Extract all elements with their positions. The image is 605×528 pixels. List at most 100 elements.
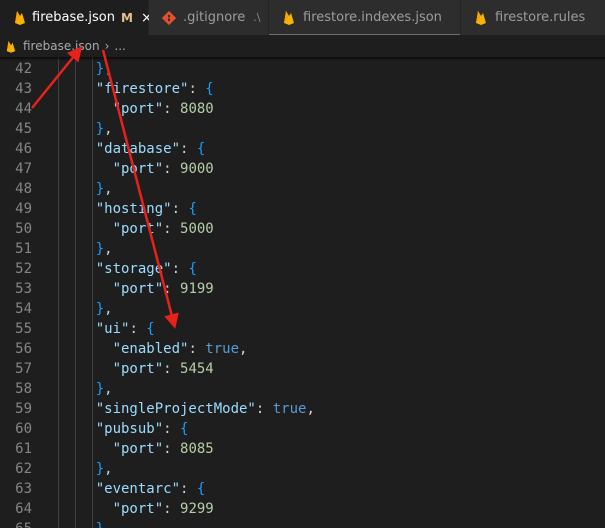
tab-gitignore[interactable]: .gitignore .\: [149, 0, 269, 35]
code-token: 8080: [180, 101, 214, 117]
line-number: 51: [15, 241, 32, 257]
code-line[interactable]: 44 "port": 8080: [0, 99, 605, 119]
code-line[interactable]: 57 "port": 5454: [0, 359, 605, 379]
code-line[interactable]: 48},: [0, 179, 605, 199]
code-token: :: [163, 161, 181, 177]
code-token: :: [163, 281, 181, 297]
code-token: }: [95, 301, 105, 317]
code-token: :: [171, 261, 189, 277]
breadcrumb: firebase.json › ...: [0, 35, 605, 57]
code-token: "hosting": [95, 201, 172, 217]
code-token: {: [180, 421, 189, 437]
code-text: },: [96, 379, 113, 399]
breadcrumb-file[interactable]: firebase.json: [23, 39, 100, 53]
code-token: ,: [104, 461, 113, 477]
code-line[interactable]: 55 "ui": {: [0, 319, 605, 339]
code-token: "ui": [95, 321, 130, 337]
code-line[interactable]: 54},: [0, 299, 605, 319]
code-token: ,: [104, 121, 113, 137]
code-line[interactable]: 63 "eventarc": {: [0, 479, 605, 499]
code-token: :: [163, 101, 181, 117]
code-token: "port": [112, 161, 164, 177]
code-line[interactable]: 53 "port": 9199: [0, 279, 605, 299]
code-text: "port": 9199: [113, 279, 214, 299]
tab-firestore-rules[interactable]: firestore.rules: [461, 0, 605, 35]
line-number: 63: [15, 481, 32, 497]
code-token: {: [205, 81, 214, 97]
line-number: 52: [15, 261, 32, 277]
code-line[interactable]: 43 "firestore": {: [0, 79, 605, 99]
line-number: 47: [15, 161, 32, 177]
code-token: ,: [104, 181, 113, 197]
code-token: 5454: [180, 361, 214, 377]
code-token: {: [188, 201, 197, 217]
code-token: 9299: [180, 501, 214, 517]
firebase-icon: [473, 10, 489, 26]
code-token: "port": [112, 101, 164, 117]
code-line[interactable]: 59 "singleProjectMode": true,: [0, 399, 605, 419]
code-text: "eventarc": {: [96, 479, 206, 499]
editor-tab-bar: firebase.json M × .gitignore .\ firestor…: [0, 0, 605, 35]
code-token: "storage": [95, 261, 172, 277]
code-token: "firestore": [95, 81, 189, 97]
code-token: }: [95, 241, 105, 257]
tab-firebase-json[interactable]: firebase.json M ×: [0, 0, 153, 35]
code-text: },: [96, 179, 113, 199]
code-text: "port": 9000: [113, 159, 214, 179]
code-token: :: [129, 321, 147, 337]
code-token: "singleProjectMode": [95, 401, 256, 417]
code-text: "hosting": {: [96, 199, 197, 219]
line-number: 55: [15, 321, 32, 337]
code-line[interactable]: 45},: [0, 119, 605, 139]
line-number: 54: [15, 301, 32, 317]
code-text: "storage": {: [96, 259, 197, 279]
code-line[interactable]: 51},: [0, 239, 605, 259]
tab-label: firestore.rules: [495, 10, 586, 25]
code-token: "database": [95, 141, 181, 157]
code-line[interactable]: 52 "storage": {: [0, 259, 605, 279]
line-number: 49: [15, 201, 32, 217]
code-line[interactable]: 42},: [0, 59, 605, 79]
code-line[interactable]: 49 "hosting": {: [0, 199, 605, 219]
code-line[interactable]: 62},: [0, 459, 605, 479]
code-token: }: [95, 181, 105, 197]
code-token: "port": [112, 361, 164, 377]
code-token: :: [180, 141, 197, 157]
code-token: :: [171, 201, 189, 217]
code-line[interactable]: 56 "enabled": true,: [0, 339, 605, 359]
code-token: ,: [104, 301, 113, 317]
code-text: }: [96, 519, 104, 528]
line-number: 57: [15, 361, 32, 377]
code-text: "port": 8080: [113, 99, 214, 119]
code-line[interactable]: 61 "port": 8085: [0, 439, 605, 459]
code-token: }: [95, 381, 105, 397]
code-line[interactable]: 50 "port": 5000: [0, 219, 605, 239]
code-token: {: [196, 481, 206, 497]
line-number: 46: [15, 141, 32, 157]
code-line[interactable]: 60 "pubsub": {: [0, 419, 605, 439]
line-number: 56: [15, 341, 32, 357]
code-token: 9000: [180, 161, 214, 177]
code-line[interactable]: 65}: [0, 519, 605, 528]
code-line[interactable]: 64 "port": 9299: [0, 499, 605, 519]
modified-indicator: M: [120, 10, 133, 25]
line-number: 58: [15, 381, 32, 397]
code-token: ,: [104, 241, 113, 257]
code-token: 5000: [180, 221, 214, 237]
code-token: :: [188, 341, 206, 357]
code-text: "pubsub": {: [96, 419, 189, 439]
code-token: "pubsub": [95, 421, 164, 437]
code-line[interactable]: 46 "database": {: [0, 139, 605, 159]
code-token: "port": [112, 441, 164, 457]
code-token: :: [163, 361, 181, 377]
code-text: "port": 8085: [113, 439, 214, 459]
breadcrumb-more[interactable]: ...: [114, 39, 125, 53]
tab-firestore-indexes[interactable]: firestore.indexes.json: [269, 0, 461, 35]
line-number: 65: [0, 519, 32, 528]
code-editor[interactable]: 42}, 43 "firestore": {44 "port": 8080 45}, 46…: [0, 57, 605, 528]
code-line[interactable]: 47 "port": 9000: [0, 159, 605, 179]
code-line[interactable]: 58},: [0, 379, 605, 399]
tab-label: firestore.indexes.json: [303, 10, 442, 25]
line-number: 62: [15, 461, 32, 477]
code-token: },: [95, 61, 113, 77]
